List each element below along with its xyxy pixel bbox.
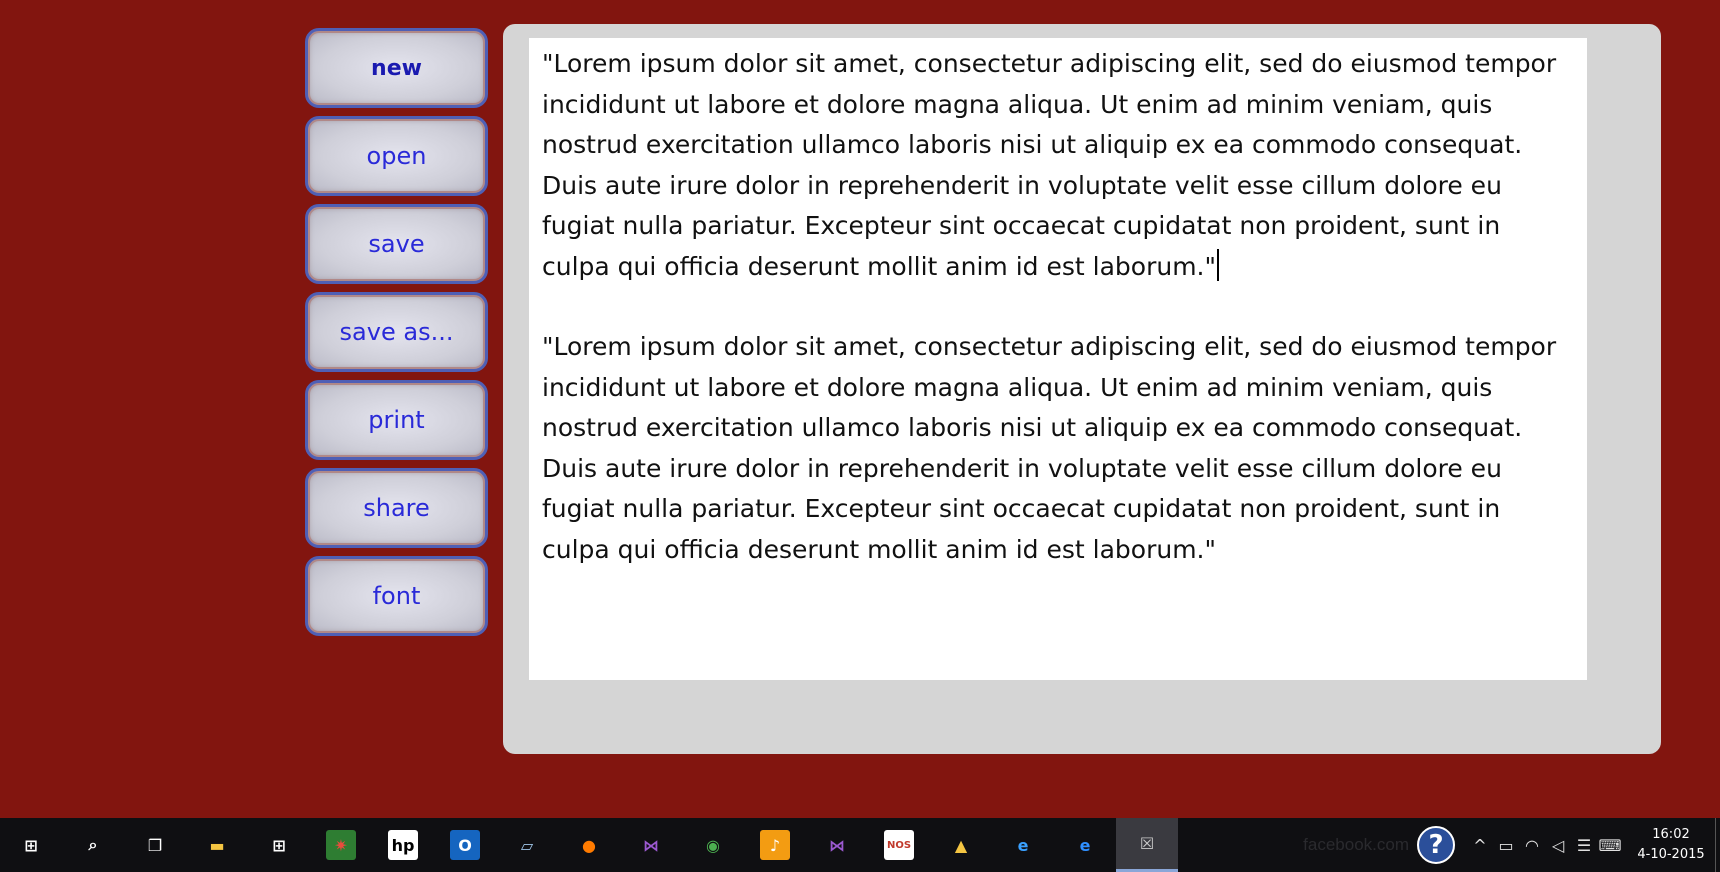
tray-expand-icon[interactable]: ^ — [1467, 818, 1493, 872]
font-button[interactable]: font — [305, 556, 488, 636]
taskbar-item-notepad-app[interactable]: ▱ — [496, 818, 558, 872]
editor-paragraph-2: "Lorem ipsum dolor sit amet, consectetur… — [542, 332, 1565, 564]
visual-studio-icon: ⋈ — [643, 835, 659, 855]
taskbar-item-visual-studio[interactable]: ⋈ — [620, 818, 682, 872]
notepad-app-icon: ▱ — [520, 835, 534, 855]
keyboard-icon[interactable]: ⌨ — [1597, 818, 1623, 872]
editor-panel: "Lorem ipsum dolor sit amet, consectetur… — [503, 24, 1661, 754]
outlook-icon: O — [450, 830, 480, 860]
running-app-icon: ☒ — [1139, 834, 1155, 853]
firefox-icon: ● — [582, 835, 596, 855]
taskbar-item-search[interactable]: ⌕ — [62, 818, 124, 872]
taskbar-item-file-explorer[interactable]: ▬ — [186, 818, 248, 872]
system-tray: facebook.com ? ^ ▭ ◠ ◁ ☰ ⌨ 16:02 4-10-2015 — [1303, 818, 1720, 872]
new-button[interactable]: new — [305, 28, 488, 108]
help-icon[interactable]: ? — [1417, 826, 1455, 864]
taskbar-item-outlook[interactable]: O — [434, 818, 496, 872]
start-icon: ⊞ — [24, 835, 38, 855]
edge-icon: e — [1079, 835, 1091, 855]
taskbar-item-folder-tools[interactable]: ▲ — [930, 818, 992, 872]
tray-icons: ^ ▭ ◠ ◁ ☰ ⌨ — [1467, 818, 1623, 872]
taskbar-item-visual-studio-2[interactable]: ⋈ — [806, 818, 868, 872]
visual-studio-2-icon: ⋈ — [829, 835, 845, 855]
taskbar-item-media-app[interactable]: ♪ — [744, 818, 806, 872]
ghost-url-text: facebook.com — [1303, 835, 1409, 854]
show-desktop-button[interactable] — [1715, 818, 1720, 872]
search-icon: ⌕ — [88, 835, 98, 854]
internet-explorer-icon: e — [1017, 835, 1029, 855]
taskbar-item-task-view[interactable]: ❐ — [124, 818, 186, 872]
taskbar-item-edge[interactable]: e — [1054, 818, 1116, 872]
nos-icon: NOS — [884, 830, 914, 860]
media-app-icon: ♪ — [760, 830, 790, 860]
open-button[interactable]: open — [305, 116, 488, 196]
taskbar-item-start[interactable]: ⊞ — [0, 818, 62, 872]
taskbar: ⊞ ⌕ ❐ ▬ ⊞ ✷ hp O ▱ ● ⋈ ◉ ♪ ⋈ NOS ▲ e e ☒ facebook.com ? ^ ▭… — [0, 818, 1720, 872]
editor-textarea[interactable]: "Lorem ipsum dolor sit amet, consectetur… — [529, 38, 1587, 680]
taskbar-item-firefox[interactable]: ● — [558, 818, 620, 872]
clock[interactable]: 16:02 4-10-2015 — [1631, 825, 1711, 865]
battery-icon[interactable]: ▭ — [1493, 818, 1519, 872]
task-view-icon: ❐ — [147, 835, 163, 855]
wifi-icon[interactable]: ◠ — [1519, 818, 1545, 872]
chrome-icon: ◉ — [706, 835, 720, 855]
taskbar-item-photo-app[interactable]: ✷ — [310, 818, 372, 872]
taskbar-item-nos[interactable]: NOS — [868, 818, 930, 872]
share-button[interactable]: share — [305, 468, 488, 548]
print-button[interactable]: print — [305, 380, 488, 460]
save-as-button[interactable]: save as... — [305, 292, 488, 372]
volume-icon[interactable]: ◁ — [1545, 818, 1571, 872]
editor-paragraph-1: "Lorem ipsum dolor sit amet, consectetur… — [542, 49, 1565, 281]
hp-icon: hp — [388, 830, 418, 860]
save-button[interactable]: save — [305, 204, 488, 284]
clock-date: 4-10-2015 — [1637, 847, 1705, 862]
folder-tools-icon: ▲ — [954, 835, 968, 855]
clock-time: 16:02 — [1652, 827, 1690, 842]
file-explorer-icon: ▬ — [209, 835, 225, 855]
text-caret — [1217, 248, 1219, 281]
command-column: new open save save as... print share font — [305, 28, 488, 644]
app-window: new open save save as... print share font "Lor… — [0, 0, 1720, 872]
taskbar-item-chrome[interactable]: ◉ — [682, 818, 744, 872]
taskbar-item-hp[interactable]: hp — [372, 818, 434, 872]
store-icon: ⊞ — [272, 835, 286, 855]
taskbar-item-running-app[interactable]: ☒ — [1116, 818, 1178, 872]
photo-app-icon: ✷ — [326, 830, 356, 860]
taskbar-apps: ⊞ ⌕ ❐ ▬ ⊞ ✷ hp O ▱ ● ⋈ ◉ ♪ ⋈ NOS ▲ e e ☒ — [0, 818, 1178, 872]
taskbar-item-internet-explorer[interactable]: e — [992, 818, 1054, 872]
action-center-icon[interactable]: ☰ — [1571, 818, 1597, 872]
taskbar-item-store[interactable]: ⊞ — [248, 818, 310, 872]
